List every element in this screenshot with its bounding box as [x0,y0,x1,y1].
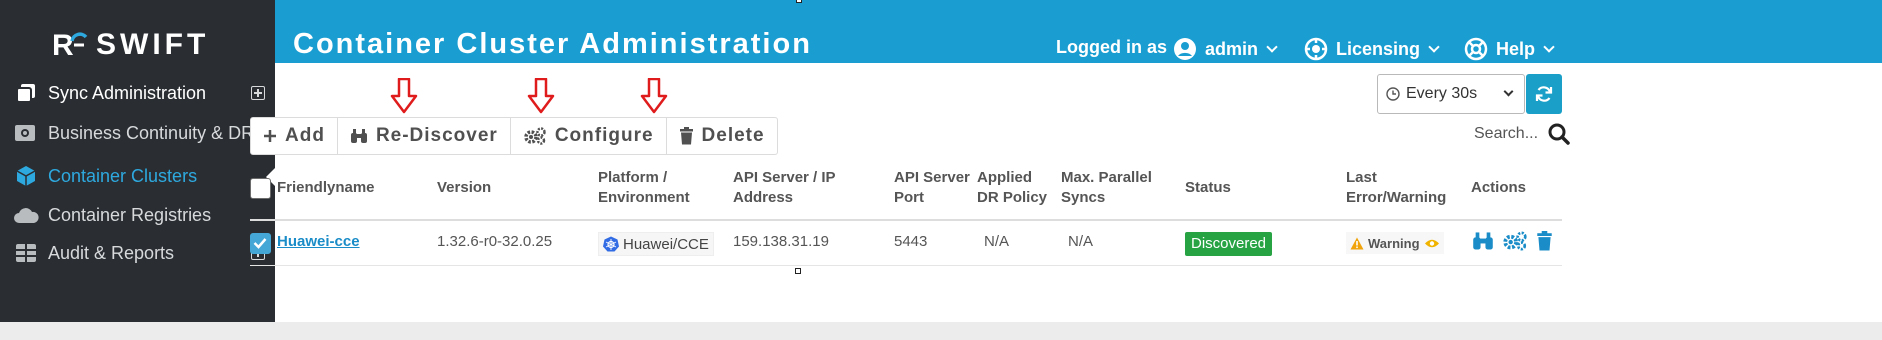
header-divider [250,219,1562,221]
sidebar-item-label: Business Continuity & DR [48,122,255,143]
sidebar-item-label: Sync Administration [48,82,207,103]
add-button[interactable]: Add [251,118,338,154]
column-header-last-error[interactable]: Last Error/Warning [1346,168,1446,208]
sidebar-item-business-continuity[interactable]: Business Continuity & DR [0,113,275,153]
sidebar-item-label: Audit & Reports [48,242,175,263]
lifebuoy-icon [1464,37,1488,61]
page-title: Container Cluster Administration [293,28,812,60]
binoculars-icon[interactable] [1472,231,1494,251]
refresh-interval-value: Every 30s [1406,85,1478,102]
row-checkbox[interactable] [250,233,271,254]
logged-in-text: Logged in as [1056,37,1168,57]
column-header-api-server[interactable]: API Server / IP Address [733,168,836,208]
column-header-friendlyname[interactable]: Friendlyname [277,178,375,198]
column-header-status[interactable]: Status [1185,178,1231,198]
delete-button[interactable]: Delete [667,118,777,154]
app-logo[interactable]: R SWIFT [50,28,209,62]
binoculars-icon [350,129,367,143]
logo-mark: R [50,29,90,62]
annotation-arrow-down-icon [527,78,555,114]
server-cog-icon [12,119,40,147]
column-header-dr-policy[interactable]: Applied DR Policy [977,168,1047,208]
platform-badge: Huawei/CCE [598,232,714,256]
expand-icon[interactable] [251,86,265,100]
top-header: Container Cluster Administration Logged … [275,0,1882,63]
search-input[interactable]: Search... [1474,125,1538,143]
sidebar-item-container-registries[interactable]: Container Registries [0,195,275,235]
dr-policy-value: N/A [984,233,1010,250]
clock-icon [1386,87,1400,101]
user-menu[interactable]: admin [1173,37,1278,61]
configure-label: Configure [554,125,654,146]
column-header-port[interactable]: API Server Port [894,168,970,208]
gear-icon [1304,37,1328,61]
chevron-down-icon [1503,86,1514,97]
trash-icon [679,127,693,145]
platform-label: Huawei/CCE [623,235,709,253]
cluster-version: 1.32.6-r0-32.0.25 [437,233,553,250]
sidebar-item-label: Container Registries [48,204,212,225]
column-header-actions: Actions [1471,179,1527,196]
rediscover-button[interactable]: Re-Discover [338,118,511,154]
help-menu[interactable]: Help [1464,37,1555,61]
checkmark-icon [253,238,267,249]
user-icon [1174,38,1196,60]
api-server-port: 5443 [894,233,928,250]
add-label: Add [285,125,325,146]
delete-label: Delete [701,125,765,146]
status-badge: Discovered [1185,232,1273,256]
gears-icon[interactable] [1502,231,1528,251]
parallel-syncs-value: N/A [1068,233,1094,250]
refresh-interval-select[interactable]: Every 30s [1377,74,1525,114]
row-actions [1472,231,1553,251]
column-header-version[interactable]: Version [437,178,491,198]
api-server-address: 159.138.31.19 [733,233,829,250]
last-warning-badge[interactable]: Warning [1346,232,1444,254]
cube-icon [12,162,40,190]
eye-icon[interactable] [1424,238,1440,249]
gears-icon [524,127,546,145]
sidebar-item-container-clusters[interactable]: Container Clusters [0,156,275,196]
select-all-checkbox[interactable] [250,178,271,199]
resize-handle[interactable] [796,0,802,3]
resize-handle[interactable] [795,268,801,274]
cloud-icon [12,201,40,229]
column-header-parallel-syncs[interactable]: Max. Parallel Syncs [1061,168,1152,208]
sidebar-item-audit-reports[interactable]: Audit & Reports [0,233,275,273]
refresh-button[interactable] [1526,74,1562,114]
cluster-name-link[interactable]: Huawei-cce [277,233,360,250]
row-divider [250,265,1562,266]
chevron-down-icon [1543,40,1555,53]
sidebar-item-sync-administration[interactable]: Sync Administration [0,73,275,113]
logged-in-label: Logged in as [1056,37,1167,58]
licensing-label: Licensing [1336,38,1421,59]
search-icon[interactable] [1548,123,1570,145]
rediscover-label: Re-Discover [375,125,498,146]
logo-text: SWIFT [96,28,210,61]
kubernetes-icon [603,236,619,252]
warning-icon [1350,237,1364,249]
table-icon [12,239,40,267]
search-box[interactable]: Search... [1474,123,1570,145]
refresh-icon [1535,86,1553,102]
configure-button[interactable]: Configure [511,118,667,154]
logo-arc-icon [70,32,88,47]
help-label: Help [1496,38,1536,59]
sidebar: R SWIFT Sync Administration Business Con… [0,0,275,322]
last-warning-label: Warning [1368,235,1420,251]
trash-icon[interactable] [1536,231,1553,251]
plus-icon [264,130,276,142]
action-toolbar: Add Re-Discover Configure Delete [250,117,778,155]
licensing-menu[interactable]: Licensing [1304,37,1440,61]
annotation-arrow-down-icon [390,78,418,114]
annotation-arrow-down-icon [640,78,668,114]
sidebar-item-label: Container Clusters [48,165,198,186]
user-name: admin [1205,38,1259,59]
copy-icon [12,79,40,107]
chevron-down-icon [1428,40,1440,53]
column-header-platform[interactable]: Platform / Environment [598,168,690,208]
window-bottom-strip [0,322,1882,340]
chevron-down-icon [1266,40,1278,53]
